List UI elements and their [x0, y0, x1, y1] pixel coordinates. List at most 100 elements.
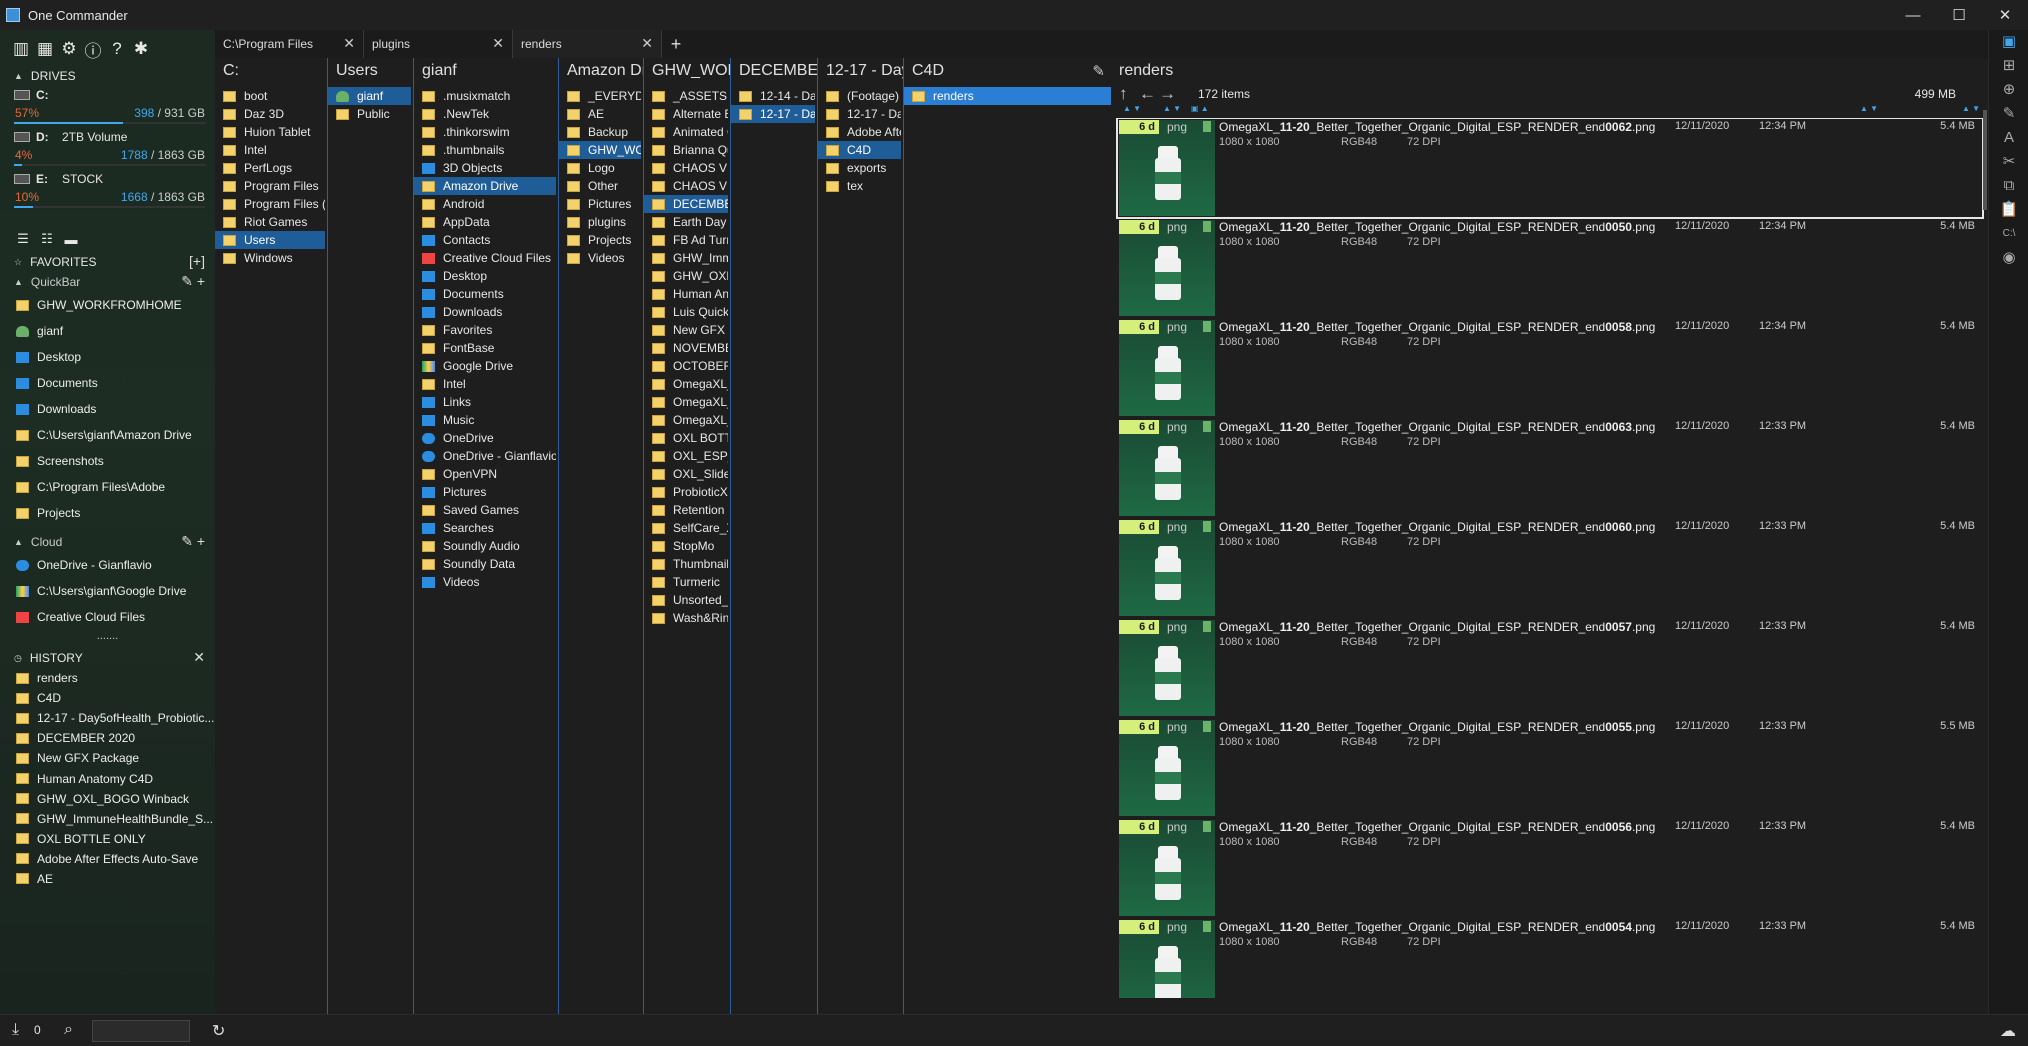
quickbar-item[interactable]: GHW_WORKFROMHOME: [0, 292, 215, 318]
folder-item[interactable]: Backup: [559, 123, 641, 141]
quickbar-item[interactable]: Downloads: [0, 396, 215, 422]
new-folder-icon[interactable]: ⊞: [1989, 54, 2028, 78]
folder-item[interactable]: plugins: [559, 213, 641, 231]
help-icon[interactable]: ?: [106, 38, 128, 60]
folder-item[interactable]: renders: [904, 87, 1111, 105]
cut-icon[interactable]: ✂: [1989, 150, 2028, 174]
folder-item[interactable]: AppData: [414, 213, 556, 231]
folder-item[interactable]: GHW_OXL_BOGO: [644, 267, 728, 285]
quickbar-edit-add-icons[interactable]: ✎ +: [181, 273, 205, 290]
folder-item[interactable]: OXL_ESP_Omni_: [644, 447, 728, 465]
history-item[interactable]: DECEMBER 2020: [0, 728, 215, 748]
file-row[interactable]: 6 d png OmegaXL_11-20_Better_Together_Orga…: [1117, 718, 1983, 818]
history-item[interactable]: GHW_ImmuneHealthBundle_S...: [0, 809, 215, 829]
columns-view-icon[interactable]: ▥: [10, 38, 32, 60]
folder-item[interactable]: Animated Cartoons: [644, 123, 728, 141]
folder-item[interactable]: Thumbnails: [644, 555, 728, 573]
file-row[interactable]: 6 d png OmegaXL_11-20_Better_Together_Orga…: [1117, 218, 1983, 318]
tab-close-icon[interactable]: ✕: [343, 35, 355, 52]
add-favorite-button[interactable]: [+]: [189, 253, 205, 269]
folder-item[interactable]: Wash&Rinse Spl: [644, 609, 728, 627]
file-row[interactable]: 6 d png OmegaXL_11-20_Better_Together_Orga…: [1117, 418, 1983, 518]
folder-item[interactable]: GHW_WORKFROMHOME: [559, 141, 641, 159]
cloud-header[interactable]: ▲ Cloud ✎ +: [0, 532, 215, 552]
folder-item[interactable]: OmegaXL_Larry_: [644, 411, 728, 429]
new-tab-button[interactable]: +: [662, 30, 690, 58]
drives-header[interactable]: ▲ DRIVES: [0, 66, 215, 86]
folder-item[interactable]: SelfCare_XL: [644, 519, 728, 537]
folder-item[interactable]: Brianna Quick Proj: [644, 141, 728, 159]
folder-item[interactable]: tex: [818, 177, 901, 195]
column-header[interactable]: gianf: [414, 58, 558, 84]
folder-item[interactable]: CHAOS VIDEO_9: [644, 177, 728, 195]
file-row[interactable]: 6 d png OmegaXL_11-20_Better_Together_Orga…: [1117, 518, 1983, 618]
history-item[interactable]: renders: [0, 668, 215, 688]
image-preview-icon[interactable]: ▣: [1989, 30, 2028, 54]
folder-item[interactable]: ProbioticXL 60 S: [644, 483, 728, 501]
history-item[interactable]: New GFX Package: [0, 748, 215, 768]
up-arrow-icon[interactable]: ↑: [1119, 84, 1128, 104]
sort-size-icon[interactable]: ▲ ▼: [1962, 104, 1980, 113]
quickbar-item[interactable]: gianf: [0, 318, 215, 344]
folder-item[interactable]: 12-17 - Day5ofHealth: [818, 105, 901, 123]
history-header[interactable]: ◷ HISTORY ✕: [0, 648, 215, 668]
list-view-icon[interactable]: ☰: [12, 228, 34, 250]
details-view-icon[interactable]: ☷: [36, 228, 58, 250]
folder-item[interactable]: NOVEMBER 2020: [644, 339, 728, 357]
tab-renders[interactable]: renders ✕: [513, 30, 662, 58]
folder-item[interactable]: OmegaXL_Conv: [644, 375, 728, 393]
folder-item[interactable]: Links: [414, 393, 556, 411]
file-row[interactable]: 6 d png OmegaXL_11-20_Better_Together_Orga…: [1116, 118, 1984, 219]
settings-gear-icon[interactable]: ⚙: [58, 38, 80, 60]
theme-atom-icon[interactable]: ✱: [130, 38, 152, 60]
folder-item[interactable]: Google Drive: [414, 357, 556, 375]
history-item[interactable]: GHW_OXL_BOGO Winback: [0, 789, 215, 809]
folder-item[interactable]: Adobe After Effects: [818, 123, 901, 141]
cloud-edit-add-icons[interactable]: ✎ +: [181, 533, 205, 550]
folder-item[interactable]: Users: [215, 231, 325, 249]
drive-item[interactable]: D: 2TB Volume 4% 1788 / 1863 GB: [0, 128, 215, 170]
folder-item[interactable]: _ASSETS: [644, 87, 728, 105]
maximize-button[interactable]: ☐: [1936, 0, 1982, 30]
folder-item[interactable]: Intel: [215, 141, 325, 159]
drive-item[interactable]: E: STOCK 10% 1668 / 1863 GB: [0, 170, 215, 212]
tab-close-icon[interactable]: ✕: [641, 35, 653, 52]
folder-item[interactable]: PerfLogs: [215, 159, 325, 177]
refresh-icon[interactable]: ↻: [212, 1021, 225, 1041]
folder-item[interactable]: New GFX Package: [644, 321, 728, 339]
folder-item[interactable]: Music: [414, 411, 556, 429]
folder-item[interactable]: Android: [414, 195, 556, 213]
quickbar-item[interactable]: Screenshots: [0, 448, 215, 474]
column-header[interactable]: C:: [215, 58, 327, 84]
folder-item[interactable]: exports: [818, 159, 901, 177]
folder-item[interactable]: Creative Cloud Files: [414, 249, 556, 267]
folder-item[interactable]: OpenVPN: [414, 465, 556, 483]
tab-close-icon[interactable]: ✕: [492, 35, 504, 52]
paste-icon[interactable]: 📋: [1989, 198, 2028, 222]
quickbar-header[interactable]: ▲ QuickBar ✎ +: [0, 272, 215, 292]
quickbar-item[interactable]: Projects: [0, 500, 215, 526]
folder-item[interactable]: Alternate End Tags: [644, 105, 728, 123]
column-header[interactable]: DECEMBER 2...: [731, 58, 817, 84]
tab-plugins[interactable]: plugins ✕: [364, 30, 513, 58]
folder-item[interactable]: Contacts: [414, 231, 556, 249]
cloud-item[interactable]: Creative Cloud Files: [0, 604, 215, 630]
column-header[interactable]: Users: [328, 58, 413, 84]
folder-item[interactable]: Retention Video: [644, 501, 728, 519]
sort-type-icon[interactable]: ▣ ▲: [1191, 104, 1209, 113]
folder-item[interactable]: Documents: [414, 285, 556, 303]
folder-item[interactable]: Soundly Audio: [414, 537, 556, 555]
folder-item[interactable]: StopMo: [644, 537, 728, 555]
more-dots[interactable]: .......: [0, 630, 215, 644]
folder-item[interactable]: Projects: [559, 231, 641, 249]
folder-item[interactable]: Unsorted_Old: [644, 591, 728, 609]
sort-age-icon[interactable]: ▲ ▼: [1123, 104, 1141, 113]
sort-date-icon[interactable]: ▲ ▼: [1860, 104, 1878, 113]
folder-item[interactable]: .NewTek: [414, 105, 556, 123]
column-header[interactable]: 12-17 - Day5o...: [818, 58, 903, 84]
folder-item[interactable]: Videos: [559, 249, 641, 267]
folder-item[interactable]: OXL_Slideshow: [644, 465, 728, 483]
folder-item[interactable]: Favorites: [414, 321, 556, 339]
folder-item[interactable]: Program Files: [215, 177, 325, 195]
folder-item[interactable]: Turmeric: [644, 573, 728, 591]
